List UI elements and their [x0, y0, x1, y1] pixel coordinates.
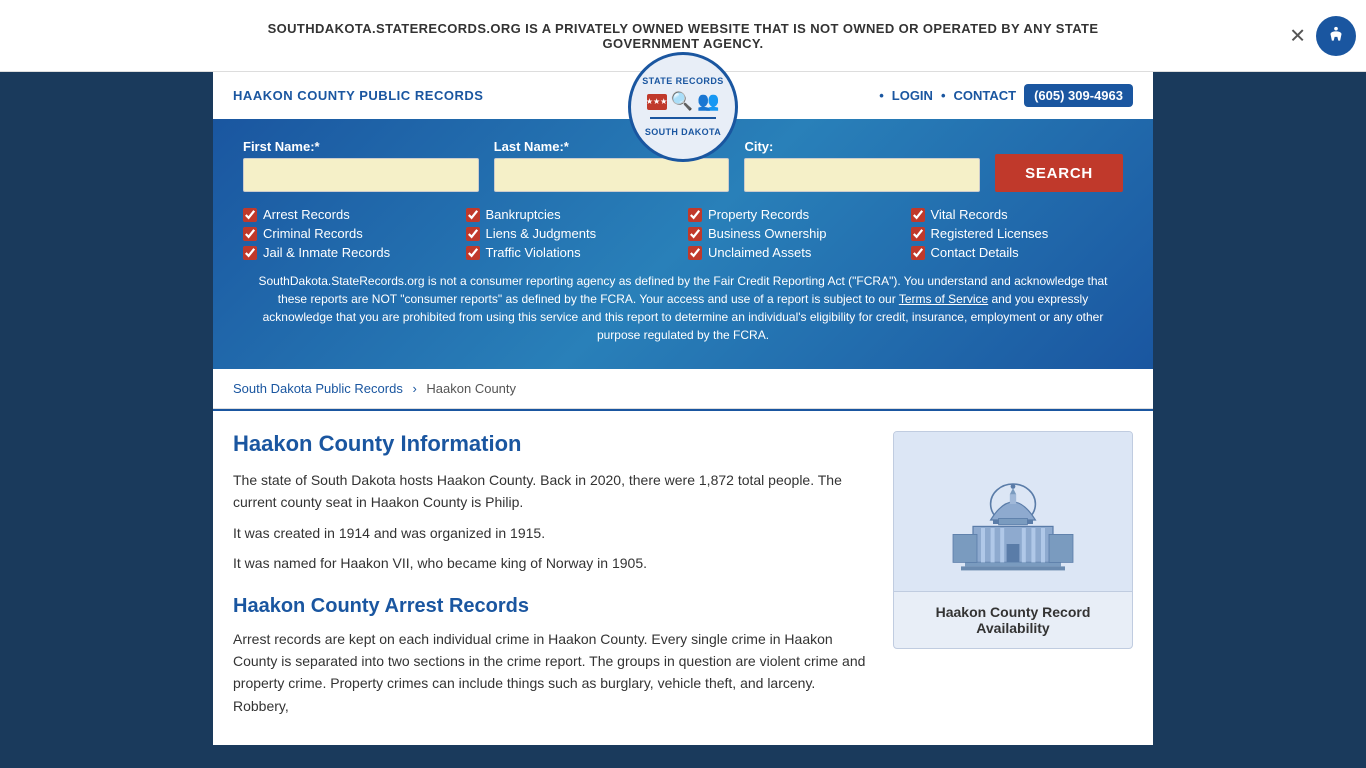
checkbox-label-6: Business Ownership	[708, 226, 827, 241]
checkbox-label-2: Property Records	[708, 207, 809, 222]
checkbox-item: Business Ownership	[688, 226, 901, 241]
section2-para1: Arrest records are kept on each individu…	[233, 628, 873, 718]
logo: STATE RECORDS ★★★ 🔍 👥 SOUTH DAKOTA	[628, 52, 738, 162]
first-name-group: First Name:*	[243, 139, 479, 192]
checkbox-2[interactable]	[688, 208, 702, 222]
terms-link[interactable]: Terms of Service	[899, 292, 988, 306]
checkbox-item: Bankruptcies	[466, 207, 679, 222]
left-content: Haakon County Information The state of S…	[233, 431, 873, 725]
breadcrumb: South Dakota Public Records › Haakon Cou…	[213, 369, 1153, 409]
breadcrumb-current: Haakon County	[426, 381, 516, 396]
checkbox-label-4: Criminal Records	[263, 226, 363, 241]
sidebar-caption: Haakon County Record Availability	[894, 592, 1132, 648]
checkbox-item: Unclaimed Assets	[688, 245, 901, 260]
section1-para3: It was named for Haakon VII, who became …	[233, 552, 873, 574]
checkboxes-row: Arrest Records Bankruptcies Property Recor…	[243, 207, 1123, 260]
close-banner-button[interactable]: ✕	[1289, 23, 1306, 48]
people-icon: 👥	[697, 91, 719, 112]
login-link[interactable]: LOGIN	[892, 88, 933, 103]
breadcrumb-separator: ›	[412, 381, 416, 396]
header: HAAKON COUNTY PUBLIC RECORDS STATE RECOR…	[213, 72, 1153, 119]
checkbox-label-10: Unclaimed Assets	[708, 245, 811, 260]
checkbox-item: Criminal Records	[243, 226, 456, 241]
checkbox-label-0: Arrest Records	[263, 207, 350, 222]
nav-right: • LOGIN • CONTACT (605) 309-4963	[879, 84, 1133, 107]
checkbox-label-5: Liens & Judgments	[486, 226, 597, 241]
checkbox-item: Arrest Records	[243, 207, 456, 222]
main-content: Haakon County Information The state of S…	[213, 411, 1153, 745]
banner-text: SOUTHDAKOTA.STATERECORDS.ORG IS A PRIVAT…	[233, 21, 1133, 51]
checkbox-8[interactable]	[243, 246, 257, 260]
checkbox-item: Jail & Inmate Records	[243, 245, 456, 260]
checkbox-0[interactable]	[243, 208, 257, 222]
checkbox-item: Registered Licenses	[911, 226, 1124, 241]
checkbox-11[interactable]	[911, 246, 925, 260]
checkbox-1[interactable]	[466, 208, 480, 222]
city-group: City:	[744, 139, 980, 192]
checkbox-item: Vital Records	[911, 207, 1124, 222]
checkbox-label-9: Traffic Violations	[486, 245, 581, 260]
checkbox-label-8: Jail & Inmate Records	[263, 245, 390, 260]
section1-para1: The state of South Dakota hosts Haakon C…	[233, 469, 873, 514]
site-title: HAAKON COUNTY PUBLIC RECORDS	[233, 88, 484, 103]
city-input[interactable]	[744, 158, 980, 192]
checkbox-item: Traffic Violations	[466, 245, 679, 260]
right-sidebar: Haakon County Record Availability	[893, 431, 1133, 725]
section1-title: Haakon County Information	[233, 431, 873, 457]
checkbox-label-1: Bankruptcies	[486, 207, 561, 222]
checkbox-5[interactable]	[466, 227, 480, 241]
checkbox-label-11: Contact Details	[931, 245, 1019, 260]
last-name-input[interactable]	[494, 158, 730, 192]
checkbox-label-7: Registered Licenses	[931, 226, 1049, 241]
phone-badge: (605) 309-4963	[1024, 84, 1133, 107]
section2-title: Haakon County Arrest Records	[233, 595, 873, 618]
search-icon: 🔍	[671, 91, 693, 112]
checkbox-item: Property Records	[688, 207, 901, 222]
accessibility-button[interactable]	[1316, 16, 1356, 56]
building-image	[894, 432, 1132, 592]
checkbox-3[interactable]	[911, 208, 925, 222]
checkbox-7[interactable]	[911, 227, 925, 241]
checkbox-item: Liens & Judgments	[466, 226, 679, 241]
checkbox-10[interactable]	[688, 246, 702, 260]
first-name-input[interactable]	[243, 158, 479, 192]
header-container: HAAKON COUNTY PUBLIC RECORDS STATE RECOR…	[213, 72, 1153, 745]
checkbox-label-3: Vital Records	[931, 207, 1008, 222]
logo-top-text: STATE RECORDS	[642, 76, 724, 86]
breadcrumb-link[interactable]: South Dakota Public Records	[233, 381, 403, 396]
search-button[interactable]: SEARCH	[995, 154, 1123, 192]
city-label: City:	[744, 139, 980, 154]
contact-link[interactable]: CONTACT	[954, 88, 1017, 103]
section1-para2: It was created in 1914 and was organized…	[233, 522, 873, 544]
disclaimer: SouthDakota.StateRecords.org is not a co…	[243, 272, 1123, 344]
logo-circle: STATE RECORDS ★★★ 🔍 👥 SOUTH DAKOTA	[628, 52, 738, 162]
checkbox-4[interactable]	[243, 227, 257, 241]
checkbox-9[interactable]	[466, 246, 480, 260]
logo-bottom-text: SOUTH DAKOTA	[645, 127, 721, 137]
checkbox-item: Contact Details	[911, 245, 1124, 260]
first-name-label: First Name:*	[243, 139, 479, 154]
sidebar-card: Haakon County Record Availability	[893, 431, 1133, 649]
checkbox-6[interactable]	[688, 227, 702, 241]
